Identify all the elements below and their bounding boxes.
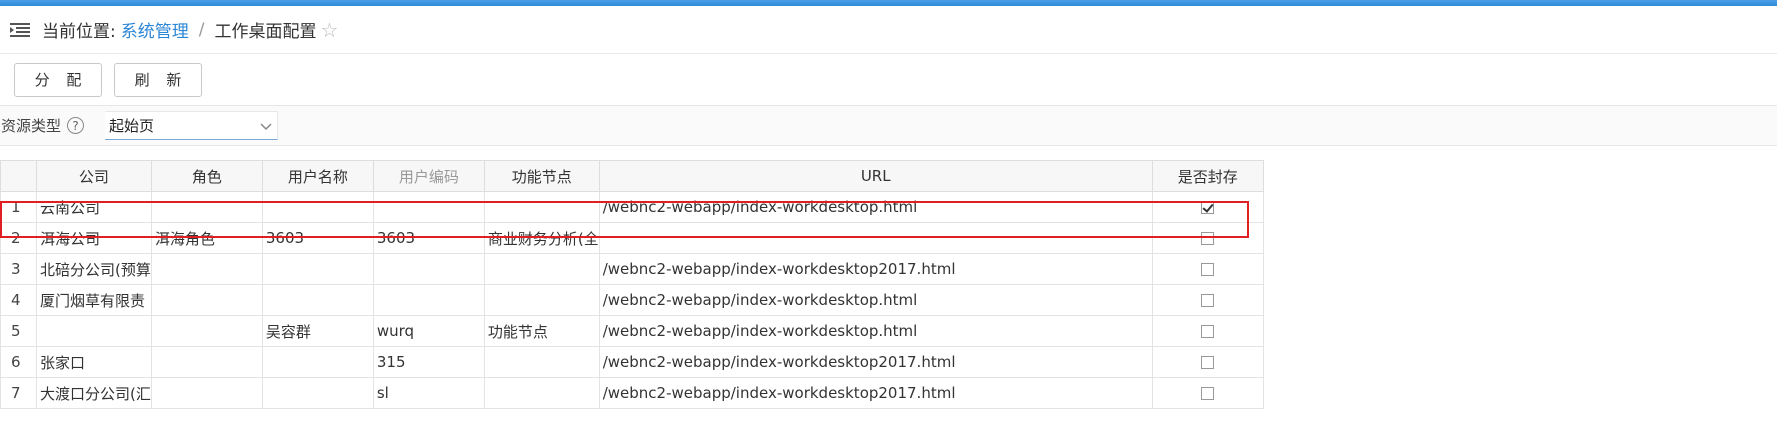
table-row[interactable]: 7 大渡口分公司(汇 sl/webnc2-webapp/index-workdesk… [0, 377, 1264, 409]
col-header-user-code[interactable]: 用户编码 [372, 160, 485, 192]
cell-company[interactable]: 大渡口分公司(汇 [36, 377, 152, 409]
cell-sealed [1151, 222, 1264, 254]
cell-sealed [1151, 191, 1264, 223]
help-icon[interactable]: ? [67, 117, 85, 134]
sealed-checkbox[interactable] [1201, 356, 1215, 369]
sealed-checkbox[interactable] [1201, 263, 1215, 276]
cell-url[interactable]: /webnc2-webapp/index-workdesktop2017.htm… [598, 253, 1153, 285]
resource-type-select[interactable]: 起始页 [105, 111, 279, 140]
breadcrumb-link-system-management[interactable]: 系统管理 [121, 17, 189, 42]
cell-user-code[interactable]: sl [372, 377, 485, 409]
cell-url[interactable]: /webnc2-webapp/index-workdesktop.html [598, 191, 1153, 223]
sealed-checkbox[interactable] [1201, 232, 1215, 245]
cell-function-node[interactable] [483, 253, 600, 285]
cell-user-name[interactable] [261, 346, 374, 378]
cell-user-code[interactable]: 3603 [372, 222, 485, 254]
favorite-star-icon[interactable]: ☆ [320, 20, 338, 40]
cell-role[interactable] [150, 253, 263, 285]
cell-user-code[interactable] [372, 191, 485, 223]
col-header-sealed[interactable]: 是否封存 [1151, 160, 1264, 192]
cell-user-code[interactable]: 315 [372, 346, 485, 378]
row-index[interactable]: 6 [0, 346, 37, 378]
resource-type-label: 资源类型 [1, 117, 62, 135]
cell-user-code[interactable] [372, 253, 485, 285]
table-header-row: 公司 角色 用户名称 用户编码 功能节点 URL 是否封存 [0, 160, 1264, 192]
cell-role[interactable] [150, 377, 263, 409]
table-row[interactable]: 5 吴容群 wurq 功能节点/webnc2-webapp/index-workdes… [0, 315, 1264, 347]
breadcrumb: 当前位置: 系统管理 / 工作桌面配置 ☆ [0, 6, 1777, 54]
cell-url[interactable]: /webnc2-webapp/index-workdesktop.html [598, 284, 1153, 316]
filter-bar: 资源类型 ? 起始页 [0, 106, 1777, 146]
cell-user-name[interactable] [261, 191, 374, 223]
table-row[interactable]: 6 张家口 315/webnc2-webapp/index-workdesktop2… [0, 346, 1264, 378]
cell-role[interactable]: 洱海角色 [150, 222, 263, 254]
toolbar: 分 配 刷 新 [0, 54, 1777, 106]
cell-role[interactable] [150, 315, 263, 347]
cell-url[interactable] [598, 222, 1153, 254]
cell-user-name[interactable]: 吴容群 [261, 315, 374, 347]
cell-sealed [1151, 377, 1264, 409]
col-header-user-name[interactable]: 用户名称 [261, 160, 374, 192]
sealed-checkbox[interactable] [1201, 387, 1215, 400]
cell-company[interactable]: 北碚分公司(预算 [36, 253, 152, 285]
cell-function-node[interactable] [483, 346, 600, 378]
cell-role[interactable] [150, 191, 263, 223]
cell-company[interactable]: 云南公司 [36, 191, 152, 223]
cell-role[interactable] [150, 284, 263, 316]
resource-type-select-value: 起始页 [109, 117, 155, 135]
col-header-role[interactable]: 角色 [150, 160, 263, 192]
sealed-checkbox[interactable] [1201, 325, 1215, 338]
cell-function-node[interactable]: 功能节点 [483, 315, 600, 347]
assign-button[interactable]: 分 配 [14, 62, 102, 97]
menu-toggle-icon[interactable] [10, 22, 30, 37]
cell-user-name[interactable] [261, 377, 374, 409]
sealed-checkbox[interactable] [1201, 294, 1215, 307]
col-header-index [0, 160, 37, 192]
chevron-down-icon [260, 122, 272, 130]
cell-sealed [1151, 346, 1264, 378]
cell-url[interactable]: /webnc2-webapp/index-workdesktop2017.htm… [598, 346, 1153, 378]
cell-user-code[interactable] [372, 284, 485, 316]
table-row[interactable]: 1 云南公司/webnc2-webapp/index-workdesktop.ht… [0, 191, 1264, 223]
cell-company[interactable]: 洱海公司 [36, 222, 152, 254]
cell-company[interactable]: 张家口 [36, 346, 152, 378]
cell-sealed [1151, 253, 1264, 285]
cell-role[interactable] [150, 346, 263, 378]
row-index[interactable]: 1 [0, 191, 37, 223]
col-header-company[interactable]: 公司 [36, 160, 152, 192]
cell-function-node[interactable] [483, 191, 600, 223]
cell-user-code[interactable]: wurq [372, 315, 485, 347]
row-index[interactable]: 3 [0, 253, 37, 285]
cell-function-node[interactable] [483, 377, 600, 409]
row-index[interactable]: 7 [0, 377, 37, 409]
cell-user-name[interactable] [261, 284, 374, 316]
breadcrumb-prefix: 当前位置: [42, 22, 116, 42]
cell-function-node[interactable] [483, 284, 600, 316]
cell-company[interactable] [36, 315, 152, 347]
cell-function-node[interactable]: 商业财务分析(全 [483, 222, 600, 254]
row-index[interactable]: 2 [0, 222, 37, 254]
cell-url[interactable]: /webnc2-webapp/index-workdesktop.html [598, 315, 1153, 347]
table-row[interactable]: 3 北碚分公司(预算/webnc2-webapp/index-workdeskto… [0, 253, 1264, 285]
table-row[interactable]: 4 厦门烟草有限责/webnc2-webapp/index-workdesktop… [0, 284, 1264, 316]
sealed-checkbox[interactable] [1201, 201, 1215, 214]
table-row[interactable]: 2 洱海公司 洱海角色 3603 3603 商业财务分析(全 [0, 222, 1264, 254]
cell-sealed [1151, 284, 1264, 316]
cell-company[interactable]: 厦门烟草有限责 [36, 284, 152, 316]
cell-sealed [1151, 315, 1264, 347]
row-index[interactable]: 4 [0, 284, 37, 316]
cell-user-name[interactable] [261, 253, 374, 285]
config-table: 公司 角色 用户名称 用户编码 功能节点 URL 是否封存 1 云南公司/webn… [0, 160, 1264, 409]
page-title: 工作桌面配置 [214, 22, 317, 42]
refresh-button[interactable]: 刷 新 [114, 62, 202, 97]
col-header-url[interactable]: URL [598, 160, 1153, 192]
cell-url[interactable]: /webnc2-webapp/index-workdesktop2017.htm… [598, 377, 1153, 409]
col-header-function-node[interactable]: 功能节点 [483, 160, 600, 192]
row-index[interactable]: 5 [0, 315, 37, 347]
cell-user-name[interactable]: 3603 [261, 222, 374, 254]
breadcrumb-separator: / [198, 19, 205, 40]
